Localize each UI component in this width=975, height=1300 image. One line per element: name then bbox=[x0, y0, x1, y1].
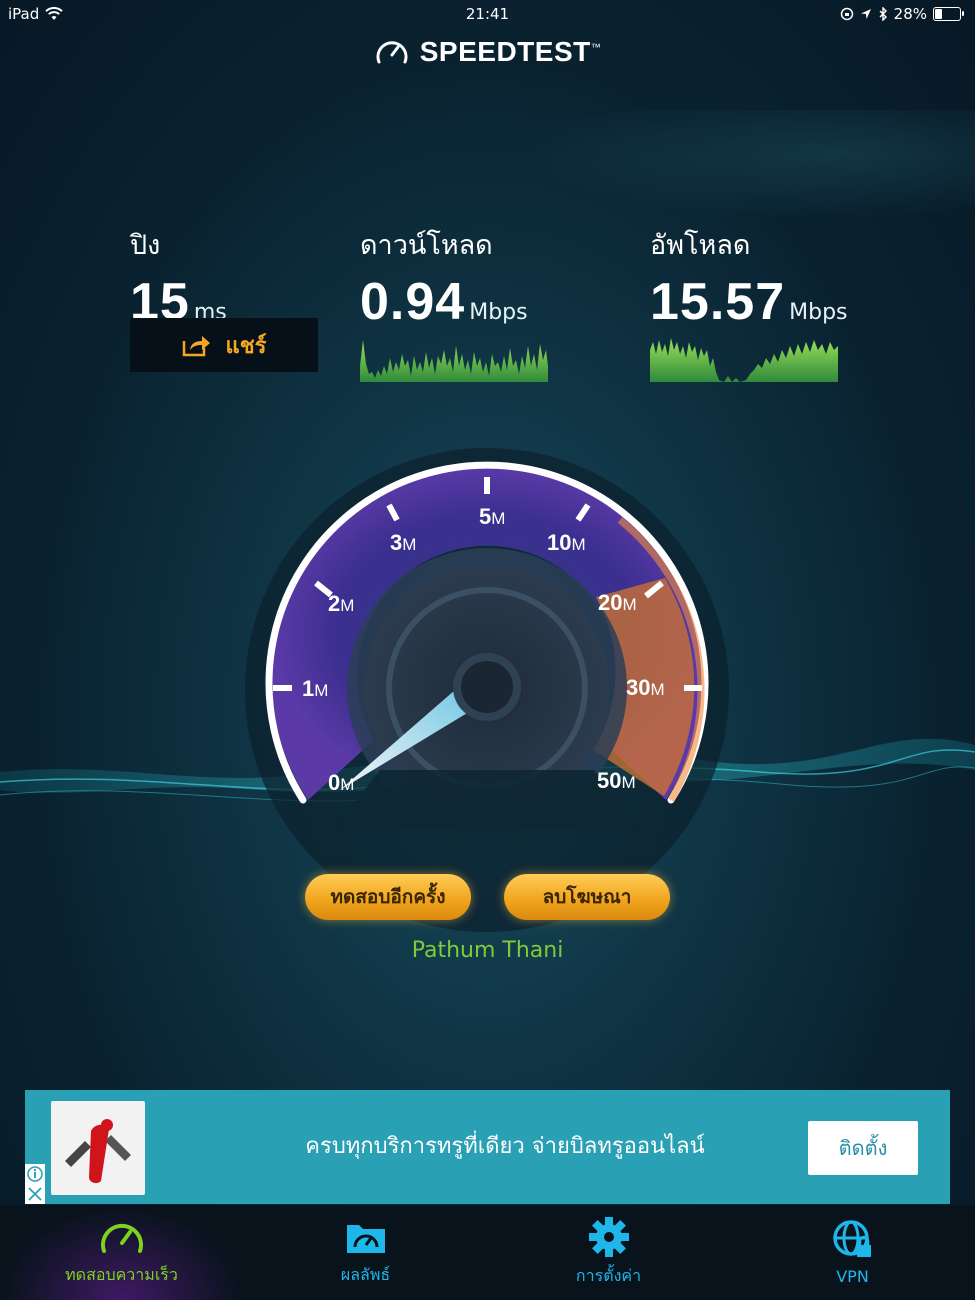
tab-results[interactable]: ผลลัพธ์ bbox=[244, 1205, 487, 1300]
retest-button[interactable]: ทดสอบอีกครั้ง bbox=[305, 874, 471, 920]
results-folder-icon bbox=[346, 1225, 385, 1253]
ad-text[interactable]: ครบทุกบริการทรูที่เดียว จ่ายบิลทรูออนไลน… bbox=[205, 1128, 805, 1163]
ad-banner[interactable]: ครบทุกบริการทรูที่เดียว จ่ายบิลทรูออนไลน… bbox=[25, 1090, 950, 1204]
tab-vpn[interactable]: VPN bbox=[731, 1205, 974, 1300]
remove-ads-button[interactable]: ลบโฆษณา bbox=[504, 874, 670, 920]
location-label: Pathum Thani bbox=[411, 938, 564, 963]
tab-bar: ทดสอบความเร็ว ผลลัพธ์ การตั้งค่า VPN bbox=[0, 1205, 975, 1300]
tools-icon bbox=[65, 1119, 131, 1184]
ad-info-close[interactable] bbox=[25, 1164, 45, 1204]
ad-close-icon bbox=[28, 1187, 42, 1201]
tab-speed-test-label: ทดสอบความเร็ว bbox=[65, 1265, 178, 1284]
gear-icon bbox=[588, 1217, 629, 1257]
tab-vpn-label: VPN bbox=[836, 1267, 869, 1286]
vpn-globe-icon bbox=[832, 1220, 871, 1257]
tab-settings-label: การตั้งค่า bbox=[575, 1266, 642, 1285]
speedometer-icon bbox=[100, 1223, 143, 1253]
tab-settings[interactable]: การตั้งค่า bbox=[487, 1205, 730, 1300]
ad-install-button[interactable]: ติดตั้ง bbox=[808, 1121, 918, 1175]
tab-speed-test[interactable]: ทดสอบความเร็ว bbox=[0, 1205, 243, 1300]
ad-app-icon[interactable] bbox=[51, 1101, 145, 1195]
tab-results-label: ผลลัพธ์ bbox=[340, 1265, 391, 1284]
